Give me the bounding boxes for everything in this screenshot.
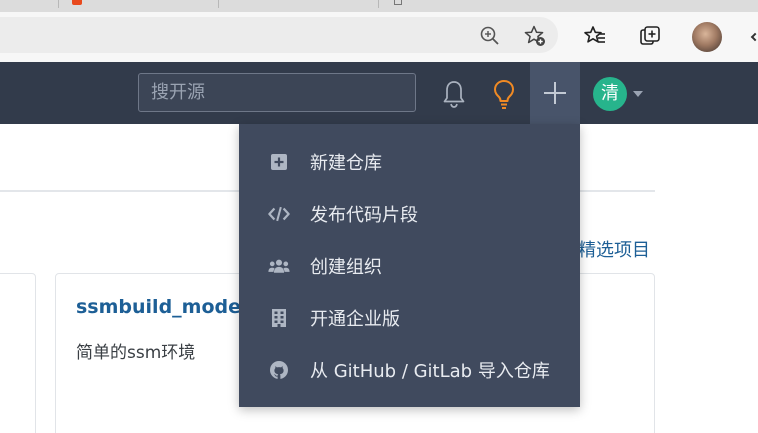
users-icon [268, 255, 290, 277]
lightbulb-icon[interactable] [490, 77, 518, 111]
menu-item-label: 从 GitHub / GitLab 导入仓库 [310, 361, 550, 382]
user-avatar[interactable]: 清 [593, 77, 627, 111]
menu-item-label: 创建组织 [310, 257, 382, 278]
menu-item-import-repository[interactable]: 从 GitHub / GitLab 导入仓库 [239, 344, 580, 396]
github-icon [268, 359, 290, 381]
tab-favicon[interactable] [394, 0, 402, 5]
menu-item-publish-snippet[interactable]: 发布代码片段 [239, 188, 580, 240]
menu-item-create-organization[interactable]: 创建组织 [239, 240, 580, 292]
plus-icon [544, 82, 566, 104]
create-menu-button[interactable] [530, 62, 580, 124]
favorites-icon[interactable] [581, 22, 609, 50]
bell-icon[interactable] [440, 78, 468, 110]
browser-profile-avatar[interactable] [692, 22, 722, 52]
zoom-icon[interactable] [476, 22, 504, 50]
browser-tab-strip [0, 0, 758, 12]
screen: 搜开源 清 精选项目 ssmbuild_model 简单的ssm环境 新建仓库 … [0, 0, 758, 433]
menu-item-new-repository[interactable]: 新建仓库 [239, 136, 580, 188]
featured-projects-link[interactable]: 精选项目 [578, 236, 650, 262]
tab-favicon[interactable] [72, 0, 82, 5]
building-icon [268, 307, 290, 329]
menu-item-enterprise[interactable]: 开通企业版 [239, 292, 580, 344]
plus-square-icon [268, 151, 290, 173]
create-dropdown-menu: 新建仓库 发布代码片段 创建组织 开通企业版 从 GitHub / GitLab… [239, 124, 580, 407]
menu-item-label: 新建仓库 [310, 153, 382, 174]
tab-separator [378, 0, 379, 8]
code-icon [268, 203, 290, 225]
menu-item-label: 发布代码片段 [310, 205, 418, 226]
address-bar[interactable] [0, 17, 558, 53]
collections-icon[interactable] [636, 22, 664, 50]
chevron-down-icon[interactable] [633, 91, 643, 97]
search-input[interactable]: 搜开源 [138, 73, 416, 112]
project-card-title[interactable]: ssmbuild_model [76, 296, 248, 318]
project-card[interactable] [0, 273, 36, 433]
add-favorite-icon[interactable] [521, 22, 549, 50]
menu-item-label: 开通企业版 [310, 309, 400, 330]
tab-separator [218, 0, 219, 8]
project-card-description: 简单的ssm环境 [76, 343, 196, 363]
tab-separator [58, 0, 59, 8]
